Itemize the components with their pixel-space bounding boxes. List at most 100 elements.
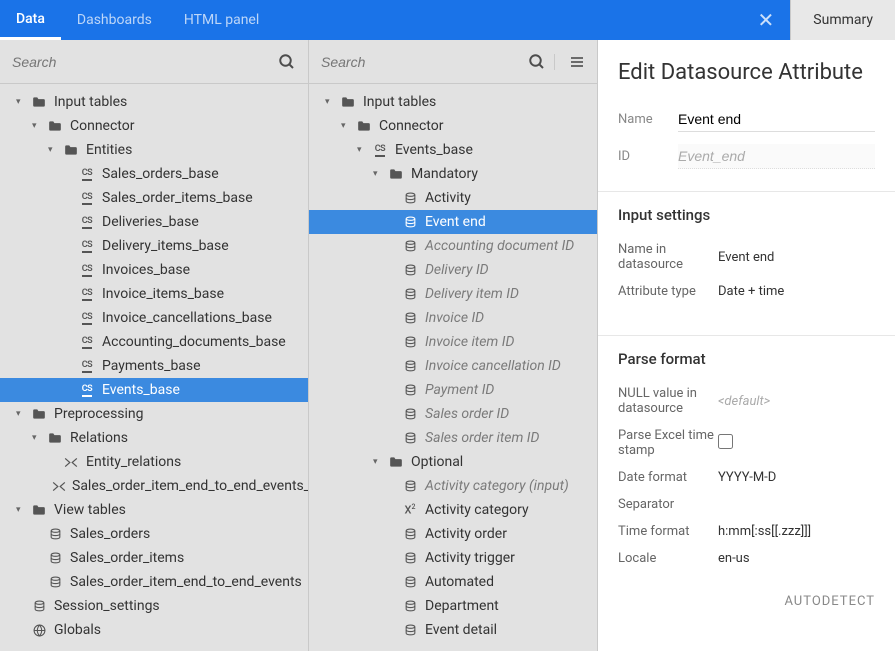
- tab-bar: Data Dashboards HTML panel ✕ Summary: [0, 0, 895, 40]
- autodetect-button[interactable]: AUTODETECT: [598, 586, 895, 617]
- tree-item[interactable]: Department: [309, 594, 597, 618]
- tab-html-panel[interactable]: HTML panel: [168, 0, 275, 40]
- close-icon[interactable]: ✕: [742, 0, 791, 40]
- search-icon[interactable]: [528, 53, 546, 71]
- tree-item[interactable]: ▾Connector: [309, 114, 597, 138]
- tree-item[interactable]: ▾Entities: [0, 138, 308, 162]
- tree-item-label: Entities: [86, 142, 132, 158]
- tree-item-label: Payments_base: [102, 358, 201, 374]
- tree-item[interactable]: Invoice cancellation ID: [309, 354, 597, 378]
- left-pane: ▾Input tables▾Connector▾EntitiesCSSales_…: [0, 40, 309, 651]
- tree-item[interactable]: Delivery item ID: [309, 282, 597, 306]
- name-field[interactable]: [678, 107, 875, 132]
- tab-summary[interactable]: Summary: [790, 0, 895, 40]
- id-field: [678, 144, 875, 169]
- tree-item[interactable]: ▾Optional: [309, 450, 597, 474]
- search-input-left[interactable]: [12, 54, 270, 70]
- globe-icon: [30, 624, 48, 637]
- tree-item[interactable]: Entity_relations: [0, 450, 308, 474]
- tree-item-label: Events_base: [395, 142, 473, 158]
- tree-item[interactable]: ▾Preprocessing: [0, 402, 308, 426]
- tab-data[interactable]: Data: [0, 0, 61, 40]
- time-format-value[interactable]: h:mm[:ss[[.zzz]]]: [718, 524, 811, 539]
- panel-title: Edit Datasource Attribute: [598, 40, 895, 101]
- search-icon[interactable]: [278, 53, 296, 71]
- tree-item-label: Event detail: [425, 622, 497, 638]
- tree-item[interactable]: Delivery ID: [309, 258, 597, 282]
- tree-item[interactable]: Activity category (input): [309, 474, 597, 498]
- tree-item[interactable]: Activity trigger: [309, 546, 597, 570]
- tree-item[interactable]: CSAccounting_documents_base: [0, 330, 308, 354]
- tree-item-label: Activity category: [425, 502, 529, 518]
- database-icon: [401, 408, 419, 421]
- tree-item-label: Activity category (input): [425, 478, 569, 494]
- tree-item[interactable]: Payment ID: [309, 378, 597, 402]
- menu-icon[interactable]: [554, 54, 585, 70]
- tab-dashboards[interactable]: Dashboards: [61, 0, 168, 40]
- edit-panel: Edit Datasource Attribute Name ID Input …: [598, 40, 895, 651]
- tree-item[interactable]: CSDelivery_items_base: [0, 234, 308, 258]
- tree-item[interactable]: Sales order ID: [309, 402, 597, 426]
- null-value[interactable]: <default>: [718, 394, 770, 409]
- tree-item[interactable]: ▾Mandatory: [309, 162, 597, 186]
- tree-item[interactable]: CSSales_order_items_base: [0, 186, 308, 210]
- tree-item[interactable]: ▾Input tables: [309, 90, 597, 114]
- tree-item[interactable]: ▾CSEvents_base: [309, 138, 597, 162]
- mid-tree: ▾Input tables▾Connector▾CSEvents_base▾Ma…: [309, 84, 597, 651]
- tree-item[interactable]: Automated: [309, 570, 597, 594]
- mid-pane: ▾Input tables▾Connector▾CSEvents_base▾Ma…: [309, 40, 598, 651]
- tree-item[interactable]: ▾Connector: [0, 114, 308, 138]
- attr-type-value[interactable]: Date + time: [718, 284, 784, 299]
- tree-item[interactable]: CSDeliveries_base: [0, 210, 308, 234]
- tree-item-label: Input tables: [54, 94, 127, 110]
- search-input-mid[interactable]: [321, 54, 520, 70]
- folder-icon: [387, 456, 405, 468]
- tree-item[interactable]: CSSales_orders_base: [0, 162, 308, 186]
- tree-item[interactable]: Sales_order_item_end_to_end_events: [0, 570, 308, 594]
- tree-item[interactable]: Sales_order_items: [0, 546, 308, 570]
- folder-icon: [30, 504, 48, 516]
- tree-item[interactable]: Session_settings: [0, 594, 308, 618]
- tree-item-label: Relations: [70, 430, 128, 446]
- tree-item[interactable]: Activity order: [309, 522, 597, 546]
- parse-format-heading: Parse format: [618, 350, 875, 368]
- tree-item-label: Activity order: [425, 526, 507, 542]
- tree-item[interactable]: Activity: [309, 186, 597, 210]
- excel-checkbox[interactable]: [718, 434, 733, 449]
- locale-value[interactable]: en-us: [718, 551, 750, 566]
- tree-item[interactable]: Event end: [309, 210, 597, 234]
- tree-item[interactable]: CSInvoices_base: [0, 258, 308, 282]
- folder-icon: [46, 432, 64, 444]
- tree-item[interactable]: ▾Relations: [0, 426, 308, 450]
- name-label: Name: [618, 112, 678, 127]
- tree-item-label: Deliveries_base: [102, 214, 199, 230]
- tree-item-label: Session_settings: [54, 598, 160, 614]
- tree-item[interactable]: X2Activity category: [309, 498, 597, 522]
- tree-item[interactable]: Accounting document ID: [309, 234, 597, 258]
- tree-item[interactable]: Sales_orders: [0, 522, 308, 546]
- tree-item-label: Sales_orders_base: [102, 166, 219, 182]
- tree-item-label: Sales order ID: [425, 406, 509, 422]
- tree-item[interactable]: ▾View tables: [0, 498, 308, 522]
- date-format-value[interactable]: YYYY-M-D: [718, 470, 776, 485]
- relation-icon: [62, 457, 80, 468]
- tree-item[interactable]: CSInvoice_cancellations_base: [0, 306, 308, 330]
- tree-item[interactable]: Sales order item ID: [309, 426, 597, 450]
- database-icon: [401, 336, 419, 349]
- tree-item[interactable]: Event detail: [309, 618, 597, 642]
- name-in-ds-value[interactable]: Event end: [718, 250, 774, 265]
- tree-item[interactable]: Invoice item ID: [309, 330, 597, 354]
- tree-item-label: Sales_orders: [70, 526, 150, 542]
- tree-item[interactable]: Sales_order_item_end_to_end_events_base: [0, 474, 308, 498]
- tree-item[interactable]: ▾Input tables: [0, 90, 308, 114]
- tree-item[interactable]: CSPayments_base: [0, 354, 308, 378]
- database-icon: [30, 600, 48, 613]
- tree-item[interactable]: CSInvoice_items_base: [0, 282, 308, 306]
- tree-item[interactable]: Globals: [0, 618, 308, 642]
- tree-item-label: Globals: [54, 622, 101, 638]
- database-icon: [401, 432, 419, 445]
- tree-item[interactable]: Invoice ID: [309, 306, 597, 330]
- search-bar-left: [0, 40, 308, 84]
- tree-item[interactable]: CSEvents_base: [0, 378, 308, 402]
- cs-icon: CS: [78, 312, 96, 325]
